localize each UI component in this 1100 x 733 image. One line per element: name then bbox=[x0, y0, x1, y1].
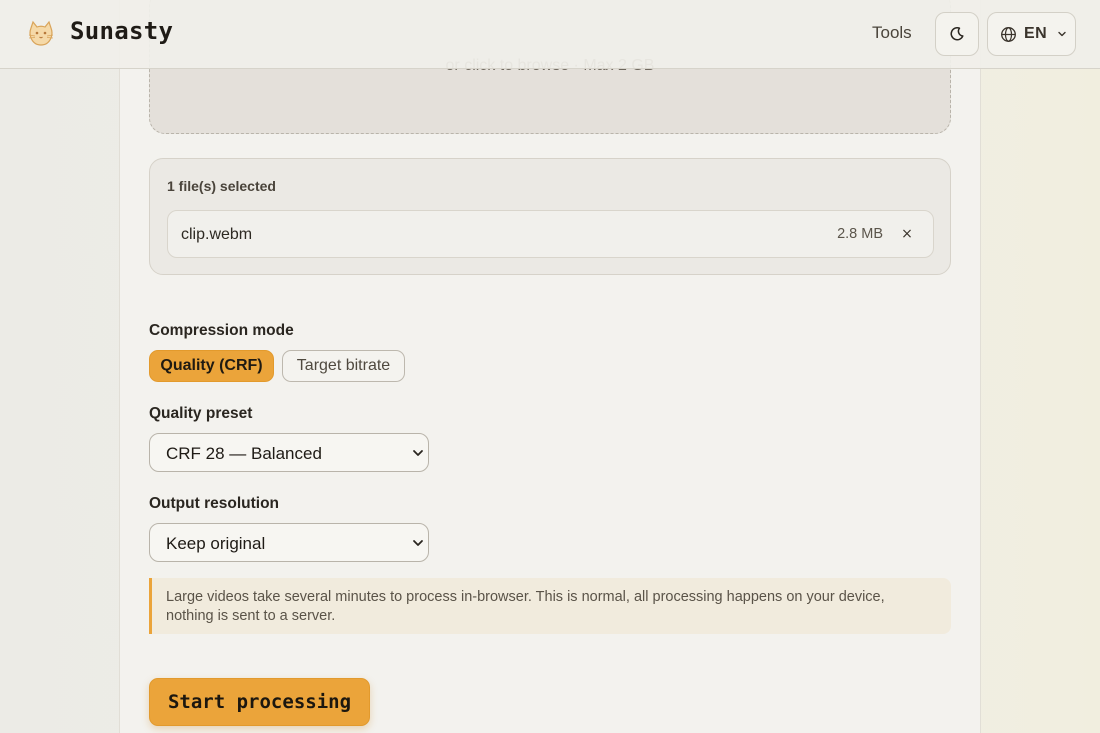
quality-preset-label: Quality preset bbox=[149, 405, 253, 422]
file-name: clip.webm bbox=[181, 226, 253, 243]
selected-files-panel: 1 file(s) selected clip.webm 2.8 MB × bbox=[149, 158, 951, 275]
output-resolution-value: Keep original bbox=[166, 534, 266, 553]
output-resolution-select[interactable]: Keep original bbox=[149, 523, 429, 562]
chevron-down-icon bbox=[413, 540, 423, 546]
chevron-down-icon bbox=[413, 450, 423, 456]
moon-icon bbox=[950, 27, 964, 41]
file-list-item: clip.webm 2.8 MB × bbox=[167, 210, 934, 258]
files-count-label: 1 file(s) selected bbox=[167, 178, 276, 194]
globe-icon bbox=[1001, 26, 1016, 42]
quality-preset-select[interactable]: CRF 28 — Balanced bbox=[149, 433, 429, 472]
brand-name[interactable]: Sunasty bbox=[70, 17, 173, 45]
file-size: 2.8 MB bbox=[837, 226, 883, 242]
mode-target-bitrate-button[interactable]: Target bitrate bbox=[282, 350, 405, 382]
remove-file-button[interactable]: × bbox=[898, 224, 916, 244]
theme-toggle-button[interactable] bbox=[935, 12, 979, 56]
compression-mode-label: Compression mode bbox=[149, 322, 294, 339]
mode-quality-crf-button[interactable]: Quality (CRF) bbox=[149, 350, 274, 382]
language-selector-button[interactable]: EN bbox=[987, 12, 1076, 56]
output-resolution-label: Output resolution bbox=[149, 495, 280, 512]
quality-preset-value: CRF 28 — Balanced bbox=[166, 444, 322, 463]
cat-logo-icon[interactable] bbox=[26, 19, 56, 49]
chevron-down-icon bbox=[1058, 31, 1066, 37]
top-header: Sunasty Tools EN bbox=[0, 0, 1100, 69]
start-processing-button[interactable]: Start processing bbox=[149, 678, 370, 726]
processing-notice: Large videos take several minutes to pro… bbox=[149, 578, 951, 634]
nav-tools-link[interactable]: Tools bbox=[872, 23, 912, 43]
language-label: EN bbox=[1024, 25, 1048, 42]
